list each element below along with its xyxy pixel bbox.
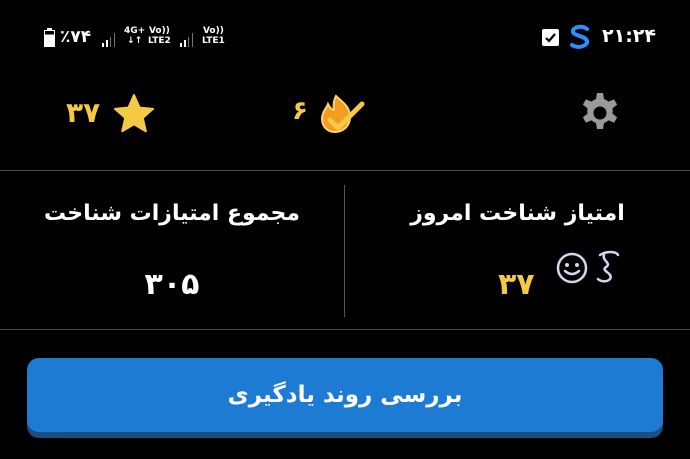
status-bar: ٪۷۴ 4G+ ↓↑ Vo)) LTE2 Vo)) LTE1 ۲۱:۲۴ [0,0,690,74]
total-score-value: ۳۰۵ [144,267,200,302]
checkbox-notification-icon [542,29,559,46]
star-icon[interactable] [112,92,156,136]
battery-percent: ٪۷۴ [60,27,92,47]
streak-count: ۶ [292,96,308,126]
scores-panel: مجموع امتیازات شناخت ۳۰۵ امتیاز شناخت ام… [0,170,690,330]
signal-icon [102,33,118,47]
app-s-icon [568,24,592,50]
volte-indicator-2: Vo)) LTE1 [202,26,225,46]
signal-icon [180,33,196,47]
streak-icon[interactable] [316,90,370,136]
clock: ۲۱:۲۴ [602,25,656,47]
smiley-icon [555,251,589,285]
script-icon [592,249,624,285]
volte-indicator-1: Vo)) LTE2 [148,26,171,46]
network-type-1: 4G+ ↓↑ [124,26,146,46]
today-score-value: ۳۷ [498,267,535,302]
review-progress-label: بررسی روند یادگیری [227,382,463,408]
gear-icon[interactable] [577,90,623,136]
stars-count: ۳۷ [66,96,101,129]
battery-icon [44,28,55,47]
review-progress-button[interactable]: بررسی روند یادگیری [27,358,663,432]
today-score-title: امتیاز شناخت امروز [410,201,625,226]
total-score-title: مجموع امتیازات شناخت [43,201,301,226]
